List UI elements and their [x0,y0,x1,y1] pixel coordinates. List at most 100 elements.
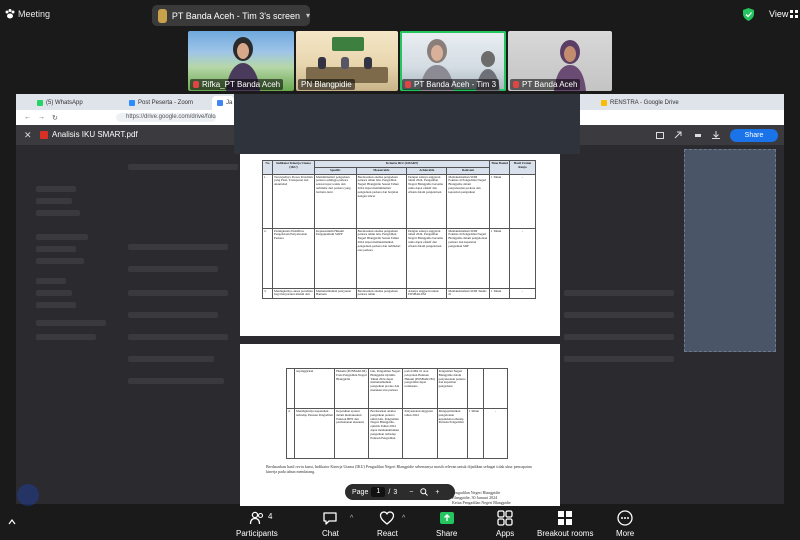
drive-bg-row [128,378,224,384]
drive-bg-row [36,246,76,252]
total-pages: 3 [393,488,398,496]
drive-bg-row [36,302,76,308]
browser-tab[interactable]: (5) WhatsApp [32,96,108,110]
add-shortcut-icon[interactable] [656,131,664,139]
participant-name-tag: PN Blangpidie [298,79,355,90]
chevron-up-icon[interactable]: ^ [402,515,405,522]
drive-bg-row [128,164,238,170]
chevron-up-icon[interactable] [8,518,16,526]
browser-tab[interactable]: RENSTRA - Google Drive [596,96,686,110]
table-row: 2. Peningkatan Efektifitas Pengelolaan P… [262,227,536,289]
table-row: terpinggirkan Hukum (POSBAKUM) Pada Peng… [285,368,509,409]
closing-paragraph: Berdasarkan hasil reviu kami, Indikator … [266,464,532,474]
forward-arrow-icon[interactable]: → [38,114,45,121]
apps-button[interactable]: Apps [496,510,514,538]
more-icon [617,510,633,526]
chevron-up-icon[interactable]: ^ [350,515,353,522]
shield-check-icon[interactable] [743,8,754,21]
table-row: 3. Meningkatnya akses peradilan bagi mas… [262,287,536,300]
file-name: Analisis IKU SMART.pdf [52,130,138,139]
drive-bg-row [36,334,96,340]
browser-tab[interactable]: Ja [212,96,234,110]
table-header: Indikator Kinerja Utama (IKU) [272,160,315,175]
iku-table-page-2: terpinggirkan Hukum (POSBAKUM) Pada Peng… [285,368,509,459]
signature-title: Ketua Pengadilan Negeri Blangpidie [452,500,511,505]
sharer-avatar [158,8,167,23]
share-screen-icon [439,512,454,524]
url-field[interactable]: https://drive.google.com/drive/folde [116,113,216,122]
screen-share-pill[interactable]: PT Banda Aceh - Tim 3's screen ▾ [152,5,310,26]
drive-bg-row [564,334,674,340]
drive-bg-row [36,198,72,204]
table-header: Measurable [355,166,408,175]
browser-tab[interactable]: Post Peserta - Zoom [124,96,208,110]
apps-icon [497,510,513,526]
banner-sign [332,37,364,51]
breakout-rooms-button[interactable]: Breakout rooms [537,510,593,538]
table-header: Kriteria IKU (SMART) [314,160,490,168]
table-row: 4. Meningkatnya kepatuhan terhadap Putus… [285,408,509,459]
back-arrow-icon[interactable]: ← [24,114,31,121]
drive-fab[interactable] [17,484,39,506]
mic-muted-icon [405,81,411,88]
table-header: Relevant [446,166,490,175]
share-label: Share [436,529,458,538]
table-header: Time Bound [489,160,510,175]
table-header: Hasil Uraian Renja [509,160,536,175]
video-tile-participant-4[interactable]: PT Banda Aceh [508,31,612,91]
video-tile-participant-3[interactable]: PT Banda Aceh - Tim 3 [400,31,506,91]
drive-bg-row [128,356,214,362]
participant-name-tag: PT Banda Aceh - Tim 3 [402,79,500,90]
zoom-magnifier-icon[interactable] [420,488,429,496]
close-icon[interactable]: ✕ [24,130,32,141]
page-label: Page [352,488,369,496]
drive-bg-row [36,210,80,216]
drive-bg-row [36,320,106,326]
share-button[interactable]: Share [730,129,778,142]
share-screen-button[interactable]: Share [436,510,457,538]
participant-name-tag: Rifka_PT Banda Aceh [190,79,284,90]
drive-bg-row [36,186,76,192]
grid-icon[interactable] [790,10,798,18]
person-figure [364,57,372,69]
zoom-in-icon[interactable]: + [435,489,439,496]
video-tile-participant-2[interactable]: PN Blangpidie [296,31,398,91]
table-row: 1. Terwujudnya Proses Peradilan yang Pas… [262,173,536,229]
zoom-window: Meeting PT Banda Aceh - Tim 3's screen ▾… [0,0,800,540]
drive-bg-row [36,234,88,240]
download-icon[interactable] [712,131,720,139]
drive-bg-row [128,312,218,318]
drive-bg-row [128,244,228,250]
drive-icon [217,100,223,106]
participant-name-tag: PT Banda Aceh [510,79,581,90]
drive-bg-row [564,312,674,318]
participants-icon [249,511,263,525]
person-figure [341,57,349,69]
participants-label: Participants [236,529,278,538]
video-tile-participant-1[interactable]: Rifka_PT Banda Aceh [188,31,294,91]
print-icon[interactable] [694,131,702,139]
mic-muted-icon [193,81,199,88]
more-button[interactable]: More [616,510,634,538]
reload-icon[interactable]: ↻ [52,114,58,122]
screen-share-label: PT Banda Aceh - Tim 3's screen [171,10,300,21]
meeting-label: Meeting [18,9,51,19]
zoom-out-icon[interactable]: − [409,489,413,496]
chat-button[interactable]: Chat [322,510,339,538]
mic-muted-icon [513,81,519,88]
react-button[interactable]: React [377,510,398,538]
page-number-input[interactable]: 1 [371,487,386,497]
apps-label: Apps [496,529,515,538]
drive-bg-row [564,356,674,362]
paw-icon [5,9,15,19]
drive-bg-row [36,290,72,296]
zoom-icon [129,100,135,106]
pdf-page-2: terpinggirkan Hukum (POSBAKUM) Pada Peng… [240,344,560,506]
participants-count: 4 [268,512,273,521]
breakout-label: Breakout rooms [537,529,594,538]
view-button[interactable]: View [769,9,788,19]
open-with-icon[interactable] [674,131,682,139]
pdf-page-1: No Indikator Kinerja Utama (IKU) Kriteri… [240,154,560,336]
table-header: Achievable [406,166,448,175]
person-figure [318,57,326,69]
